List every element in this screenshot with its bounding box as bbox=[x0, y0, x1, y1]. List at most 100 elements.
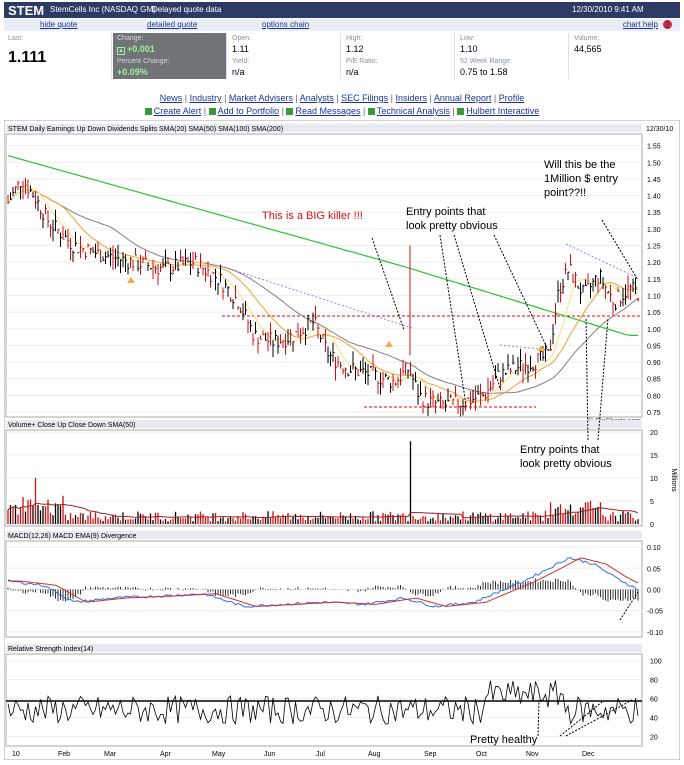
quote-links-row: hide quote detailed quote options chain … bbox=[4, 19, 680, 31]
price-tick-label: 1.10 bbox=[647, 293, 661, 300]
macd-legend: MACD(12,26) MACD EMA(9) Divergence bbox=[8, 533, 136, 540]
annotation-healthy: Pretty healthy bbox=[470, 734, 538, 746]
volume-tick-label: 5 bbox=[650, 499, 654, 506]
percent-change-cell: Percent Change: +0.09% bbox=[113, 56, 227, 79]
high-value: 1.12 bbox=[346, 44, 364, 54]
range-label: 52 Week Range: bbox=[460, 58, 513, 65]
x-axis-label: Mar bbox=[104, 751, 117, 758]
price-tick-label: 1.00 bbox=[647, 327, 661, 334]
nav-market-advisers[interactable]: Market Advisers bbox=[229, 93, 293, 103]
yield-value: n/a bbox=[232, 67, 245, 77]
dollar-icon bbox=[457, 108, 465, 115]
hide-quote-link[interactable]: hide quote bbox=[40, 20, 77, 29]
nav-annual-report[interactable]: Annual Report bbox=[434, 93, 492, 103]
macd-tick-label: -0.10 bbox=[647, 630, 663, 637]
high-cell: High: 1.12 bbox=[342, 33, 455, 56]
range-value: 0.75 to 1.58 bbox=[460, 67, 508, 77]
x-axis-label: Jun bbox=[264, 751, 275, 758]
price-tick-label: 1.45 bbox=[647, 177, 661, 184]
quote-table: Last: 1.111 Change: ▲ +0.001 Percent Chan… bbox=[4, 33, 680, 79]
change-label: Change: bbox=[117, 35, 144, 42]
nav-industry[interactable]: Industry bbox=[190, 93, 222, 103]
detailed-quote-link[interactable]: detailed quote bbox=[147, 20, 197, 29]
volume-tick-label: 15 bbox=[650, 453, 658, 460]
ticker-symbol: STEM bbox=[8, 3, 45, 18]
x-axis-label: May bbox=[212, 751, 226, 758]
nav-news[interactable]: News bbox=[160, 93, 183, 103]
macd-tick-label: 0.05 bbox=[647, 566, 661, 573]
price-tick-label: 1.40 bbox=[647, 194, 661, 201]
price-tick-label: 0.95 bbox=[647, 343, 661, 350]
macd-tick-label: 0.10 bbox=[647, 545, 661, 552]
nav-read-messages[interactable]: Read Messages bbox=[295, 106, 360, 116]
yield-label: Yield: bbox=[232, 58, 250, 65]
price-tick-label: 1.55 bbox=[647, 144, 661, 151]
chart-help-link[interactable]: chart help bbox=[623, 20, 658, 29]
x-axis-label: Sep bbox=[424, 751, 437, 758]
x-axis-label: 10 bbox=[12, 751, 20, 758]
messages-icon bbox=[286, 108, 294, 115]
pe-cell: P/E Ratio: n/a bbox=[342, 56, 455, 79]
alert-icon bbox=[144, 108, 152, 115]
pe-label: P/E Ratio: bbox=[346, 58, 378, 65]
price-tick-label: 1.15 bbox=[647, 277, 661, 284]
volume-cell: Volume: 44,565 bbox=[570, 33, 680, 56]
annotation-big-killer: This is a BIG killer !!! bbox=[262, 210, 363, 222]
rsi-tick-label: 60 bbox=[650, 697, 658, 704]
price-tick-label: 1.50 bbox=[647, 160, 661, 167]
portfolio-icon bbox=[208, 108, 216, 115]
nav-insiders[interactable]: Insiders bbox=[396, 93, 428, 103]
research-nav: News | Industry | Market Advisers | Anal… bbox=[159, 93, 525, 103]
volume-unit: Millions bbox=[670, 468, 677, 492]
nav-hulbert[interactable]: Hulbert Interactive bbox=[466, 106, 539, 116]
price-tick-label: 0.80 bbox=[647, 393, 661, 400]
yield-cell: Yield: n/a bbox=[228, 56, 341, 79]
change-value: +0.001 bbox=[127, 44, 155, 54]
price-tick-label: 0.90 bbox=[647, 360, 661, 367]
last-price: 1.111 bbox=[8, 49, 47, 66]
price-tick-label: 0.75 bbox=[647, 410, 661, 417]
low-value: 1.10 bbox=[460, 44, 478, 54]
percent-change-value: +0.09% bbox=[117, 67, 148, 77]
nav-profile[interactable]: Profile bbox=[499, 93, 525, 103]
rsi-legend: Relative Strength Index(14) bbox=[8, 646, 93, 653]
price-tick-label: 1.30 bbox=[647, 227, 661, 234]
last-label: Last: bbox=[8, 35, 24, 42]
company-name: StemCells Inc (NASDAQ GM) bbox=[50, 5, 156, 14]
tools-nav: Create Alert | Add to Portfolio | Read M… bbox=[0, 106, 684, 116]
price-tick-label: 1.20 bbox=[647, 260, 661, 267]
open-cell: Open: 1.11 bbox=[228, 33, 341, 56]
open-label: Open: bbox=[232, 35, 252, 42]
volume-label: Volume: bbox=[574, 35, 600, 42]
x-axis-label: Apr bbox=[160, 751, 172, 758]
nav-create-alert[interactable]: Create Alert bbox=[154, 106, 202, 116]
last-price-cell: Last: 1.111 bbox=[4, 33, 112, 79]
nav-technical-analysis[interactable]: Technical Analysis bbox=[377, 106, 450, 116]
nav-add-portfolio[interactable]: Add to Portfolio bbox=[218, 106, 280, 116]
chart-date: 12/30/10 bbox=[646, 126, 673, 133]
rsi-tick-label: 100 bbox=[650, 659, 662, 666]
low-cell: Low: 1.10 bbox=[456, 33, 569, 56]
rsi-tick-label: 40 bbox=[650, 716, 658, 723]
delayed-label: Delayed quote data bbox=[152, 5, 222, 14]
up-arrow-icon: ▲ bbox=[117, 47, 125, 55]
dollar-icon bbox=[367, 108, 375, 115]
open-value: 1.11 bbox=[232, 44, 249, 54]
nav-sec-filings[interactable]: SEC Filings bbox=[341, 93, 388, 103]
volume-value: 44,565 bbox=[574, 44, 602, 54]
options-chain-link[interactable]: options chain bbox=[262, 20, 309, 29]
high-label: High: bbox=[346, 35, 363, 42]
quote-header-bar: STEM StemCells Inc (NASDAQ GM) Delayed q… bbox=[4, 2, 680, 18]
price-tick-label: 1.25 bbox=[647, 244, 661, 251]
price-tick-label: 1.05 bbox=[647, 310, 661, 317]
macd-tick-label: -0.05 bbox=[647, 609, 663, 616]
range-cell: 52 Week Range: 0.75 to 1.58 bbox=[456, 56, 569, 79]
help-icon[interactable]: ? bbox=[663, 20, 672, 29]
percent-change-label: Percent Change: bbox=[117, 58, 170, 65]
quote-datetime: 12/30/2010 9:41 AM bbox=[572, 5, 644, 14]
annotation-entry-top: Entry points that look pretty obvious bbox=[406, 206, 498, 232]
annotation-entry-bottom: Entry points that look pretty obvious bbox=[520, 444, 612, 470]
x-axis-label: Jul bbox=[316, 751, 325, 758]
nav-analysts[interactable]: Analysts bbox=[300, 93, 334, 103]
volume-tick-label: 10 bbox=[650, 476, 658, 483]
